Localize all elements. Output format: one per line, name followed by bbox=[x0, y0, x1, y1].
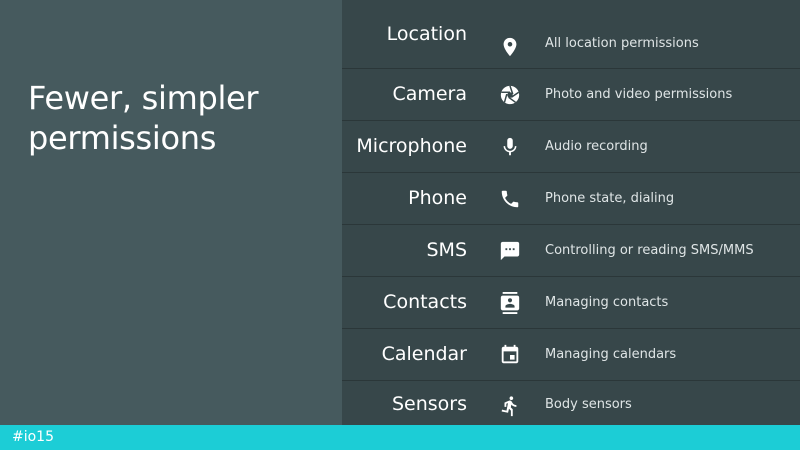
contacts-icon bbox=[499, 292, 521, 314]
permission-description: Managing calendars bbox=[545, 347, 677, 362]
permission-name: Contacts bbox=[383, 291, 467, 313]
permission-name: Phone bbox=[408, 187, 467, 209]
slide-title-line-2: permissions bbox=[28, 119, 217, 157]
microphone-icon bbox=[499, 136, 521, 158]
calendar-icon bbox=[499, 344, 521, 366]
permission-row-location: Location All location permissions bbox=[342, 17, 800, 69]
permission-description: Phone state, dialing bbox=[545, 191, 675, 206]
permission-name: Calendar bbox=[381, 343, 467, 365]
slide-title-line-1: Fewer, simpler bbox=[28, 79, 259, 117]
permission-row-sms: SMS Controlling or reading SMS/MMS bbox=[342, 225, 800, 277]
permission-description: Photo and video permissions bbox=[545, 87, 733, 102]
permission-name: Sensors bbox=[391, 393, 467, 415]
permission-name: Camera bbox=[392, 83, 467, 105]
permission-description: Controlling or reading SMS/MMS bbox=[545, 243, 754, 258]
permission-row-camera: Camera Photo and video permissions bbox=[342, 69, 800, 121]
permission-description: Audio recording bbox=[545, 139, 648, 154]
footer-bar: #io15 bbox=[0, 425, 800, 450]
permission-name: Location bbox=[386, 23, 467, 45]
left-panel: Fewer, simpler permissions bbox=[0, 0, 342, 425]
permission-row-calendar: Calendar Managing calendars bbox=[342, 329, 800, 381]
permission-row-contacts: Contacts Managing contacts bbox=[342, 277, 800, 329]
permission-description: Body sensors bbox=[545, 397, 632, 412]
location-pin-icon bbox=[499, 36, 521, 58]
permissions-list: Location All location permissions Camera… bbox=[342, 0, 800, 425]
permission-description: All location permissions bbox=[545, 36, 699, 51]
permission-name: Microphone bbox=[356, 135, 467, 157]
phone-icon bbox=[499, 188, 521, 210]
slide-title: Fewer, simpler permissions bbox=[28, 78, 328, 158]
sms-chat-icon bbox=[499, 240, 521, 262]
running-person-icon bbox=[499, 395, 521, 417]
permission-row-sensors: Sensors Body sensors bbox=[342, 381, 800, 425]
permission-row-microphone: Microphone Audio recording bbox=[342, 121, 800, 173]
permission-row-phone: Phone Phone state, dialing bbox=[342, 173, 800, 225]
permission-name: SMS bbox=[426, 239, 467, 261]
camera-aperture-icon bbox=[499, 84, 521, 106]
permission-description: Managing contacts bbox=[545, 295, 669, 310]
event-hashtag: #io15 bbox=[12, 429, 54, 445]
